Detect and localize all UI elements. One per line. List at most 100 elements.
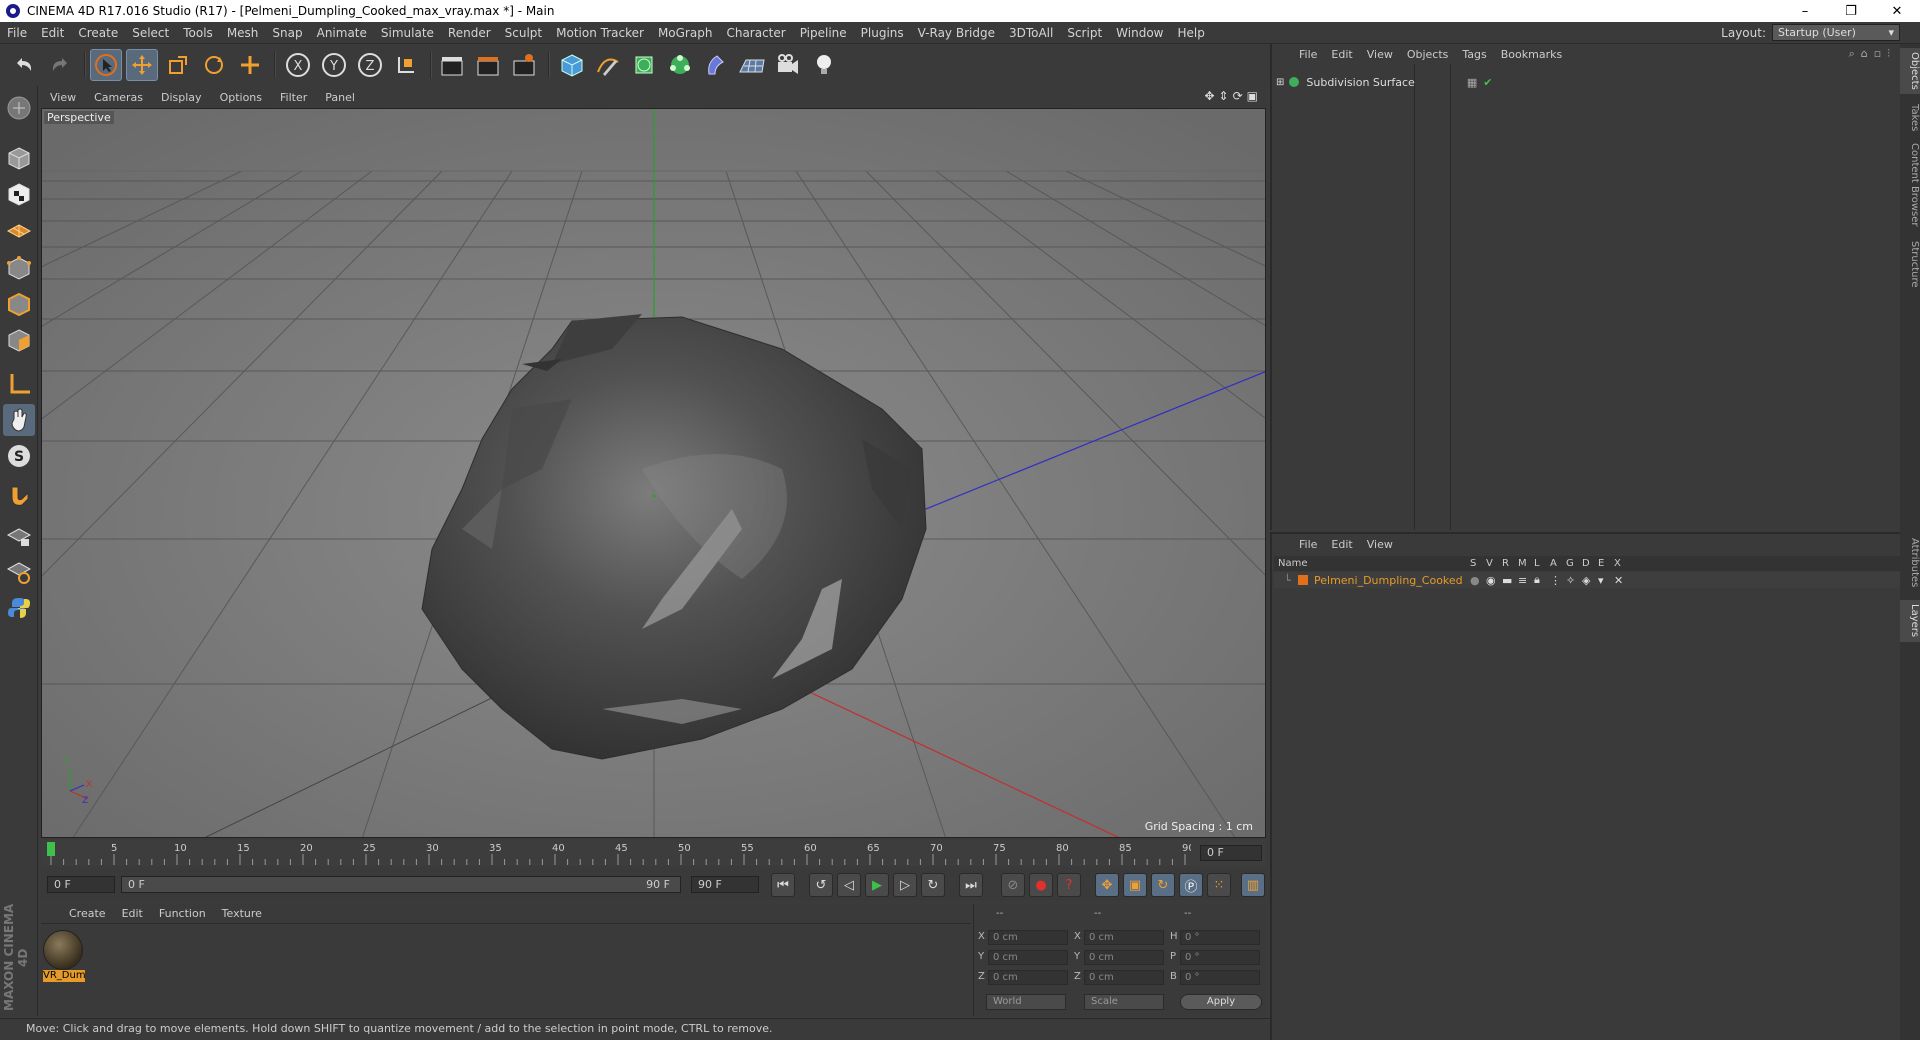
make-editable-button[interactable] [3, 92, 35, 124]
new-view-icon[interactable]: ▫ [1874, 47, 1881, 61]
menu-window[interactable]: Window [1109, 26, 1170, 40]
viewport-camera-label[interactable]: Perspective [44, 111, 114, 124]
viewport-menu-filter[interactable]: Filter [271, 91, 316, 104]
layer-col-l[interactable]: L [1534, 558, 1540, 569]
render-view-button[interactable] [436, 49, 468, 81]
close-button[interactable]: ✕ [1874, 0, 1920, 22]
material-menu-create[interactable]: Create [61, 907, 114, 920]
restore-button[interactable]: ❐ [1828, 0, 1874, 22]
z-axis-lock-button[interactable]: Z [354, 49, 386, 81]
objects-menu-tags[interactable]: Tags [1455, 48, 1493, 61]
layers-menu-view[interactable]: View [1360, 538, 1400, 551]
menu-create[interactable]: Create [71, 26, 125, 40]
tab-layers[interactable]: Layers [1900, 600, 1920, 642]
menu-snap[interactable]: Snap [265, 26, 309, 40]
next-key-button[interactable]: ↻ [921, 873, 945, 897]
material-swatch[interactable]: VR_Dum [43, 930, 85, 986]
model-mode-button[interactable] [3, 142, 35, 174]
preview-range-slider[interactable]: 0 F 90 F [121, 876, 681, 893]
animation-icon[interactable]: ⋮ [1550, 574, 1561, 587]
pos-x-field[interactable]: 0 cm [988, 930, 1068, 945]
previous-key-button[interactable]: ↺ [809, 873, 833, 897]
edges-mode-button[interactable] [3, 288, 35, 320]
perspective-viewport[interactable]: Y X Z Perspective Grid Spacing : 1 cm [41, 108, 1266, 838]
render-clapper-icon[interactable]: ▬ [1502, 574, 1512, 587]
material-menu-texture[interactable]: Texture [214, 907, 270, 920]
texture-mode-button[interactable] [3, 178, 35, 210]
manager-icon[interactable]: ≡ [1518, 574, 1527, 587]
tab-structure[interactable]: Structure [1900, 236, 1920, 292]
layer-name[interactable]: Pelmeni_Dumpling_Cooked [1314, 574, 1463, 587]
subdivision-surface-button[interactable] [628, 49, 660, 81]
min-time-field[interactable]: 0 F [47, 876, 115, 893]
tab-content-browser[interactable]: Content Browser [1900, 140, 1920, 230]
polygons-mode-button[interactable] [3, 324, 35, 356]
record-rotation-toggle[interactable]: ↻ [1151, 873, 1175, 897]
go-to-start-button[interactable]: ⏮ [771, 873, 795, 897]
expression-icon[interactable]: ▾ [1598, 574, 1604, 587]
max-time-field[interactable]: 90 F [691, 876, 759, 893]
autokey-button[interactable]: ● [1029, 873, 1053, 897]
viewport-menu-cameras[interactable]: Cameras [85, 91, 152, 104]
tab-takes[interactable]: Takes [1900, 102, 1920, 134]
record-parameter-toggle[interactable]: Ⓟ [1179, 873, 1203, 897]
home-icon[interactable]: ⌂ [1861, 47, 1868, 61]
record-position-button[interactable]: ⊘ [1001, 873, 1025, 897]
search-icon[interactable]: ⌕ [1849, 47, 1855, 61]
tab-attributes[interactable]: Attributes [1900, 534, 1920, 592]
maximize-view-icon[interactable]: ▣ [1247, 89, 1258, 103]
menu-character[interactable]: Character [719, 26, 792, 40]
layer-col-e[interactable]: E [1598, 558, 1604, 569]
spline-pen-button[interactable] [592, 49, 624, 81]
locked-workplane-button[interactable] [3, 520, 35, 552]
render-to-picture-viewer-button[interactable] [472, 49, 504, 81]
size-z-field[interactable]: 0 cm [1084, 970, 1164, 985]
coordinate-system-button[interactable] [390, 49, 422, 81]
visibility-dots-icon[interactable]: ▦ [1467, 76, 1477, 89]
current-frame-field[interactable]: 0 F [1200, 845, 1262, 861]
menu-vray-bridge[interactable]: V-Ray Bridge [911, 26, 1002, 40]
minimize-button[interactable]: – [1782, 0, 1828, 22]
dolly-icon[interactable]: ⇕ [1219, 89, 1229, 103]
undo-button[interactable] [8, 49, 40, 81]
enabled-check-icon[interactable]: ✔ [1483, 76, 1492, 89]
y-axis-lock-button[interactable]: Y [318, 49, 350, 81]
points-mode-button[interactable] [3, 252, 35, 284]
menu-motion-tracker[interactable]: Motion Tracker [549, 26, 651, 40]
python-button[interactable] [3, 592, 35, 624]
playhead[interactable] [47, 842, 55, 856]
apply-button[interactable]: Apply [1180, 994, 1262, 1010]
snap-button[interactable] [3, 480, 35, 512]
layer-col-s[interactable]: S [1470, 558, 1476, 569]
layer-col-x[interactable]: X [1614, 558, 1621, 569]
array-mograph-button[interactable] [664, 49, 696, 81]
menu-script[interactable]: Script [1060, 26, 1109, 40]
objects-menu-edit[interactable]: Edit [1324, 48, 1359, 61]
layer-col-g[interactable]: G [1566, 558, 1574, 569]
redo-button[interactable] [44, 49, 76, 81]
floor-button[interactable] [736, 49, 768, 81]
menu-simulate[interactable]: Simulate [374, 26, 441, 40]
tweak-mode-button[interactable] [3, 404, 35, 436]
planar-workplane-button[interactable] [3, 556, 35, 588]
deformer-icon[interactable]: ◈ [1582, 574, 1590, 587]
axis-mode-button[interactable] [3, 368, 35, 400]
rotate-tool-button[interactable] [198, 49, 230, 81]
x-axis-lock-button[interactable]: X [282, 49, 314, 81]
menu-pipeline[interactable]: Pipeline [793, 26, 854, 40]
solo-dot-icon[interactable]: ● [1470, 574, 1480, 587]
viewport-menu-options[interactable]: Options [211, 91, 271, 104]
scale-tool-button[interactable] [162, 49, 194, 81]
previous-frame-button[interactable]: ◁ [837, 873, 861, 897]
objects-menu-bookmarks[interactable]: Bookmarks [1494, 48, 1569, 61]
object-row-subdivision-surface[interactable]: ⊞ Subdivision Surface ▦ ✔ [1276, 74, 1492, 90]
menu-mesh[interactable]: Mesh [220, 26, 266, 40]
layer-col-m[interactable]: M [1518, 558, 1527, 569]
record-scale-toggle[interactable]: ▣ [1123, 873, 1147, 897]
go-to-end-button[interactable]: ⏭ [959, 873, 983, 897]
rot-b-field[interactable]: 0 ° [1180, 970, 1260, 985]
size-y-field[interactable]: 0 cm [1084, 950, 1164, 965]
next-frame-button[interactable]: ▷ [893, 873, 917, 897]
light-button[interactable] [808, 49, 840, 81]
size-x-field[interactable]: 0 cm [1084, 930, 1164, 945]
